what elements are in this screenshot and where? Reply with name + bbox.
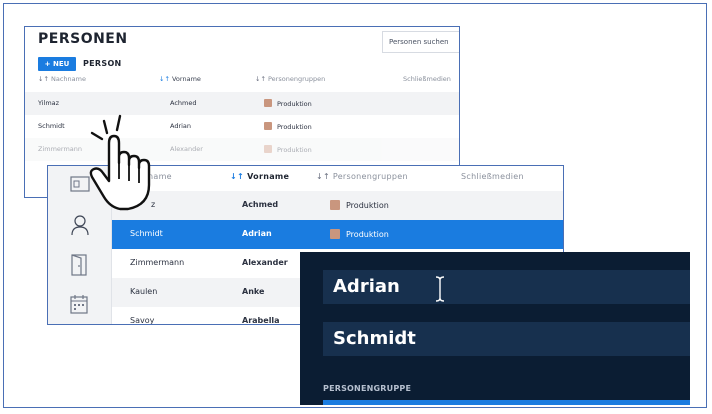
- cell-vorname: Anke: [242, 287, 265, 296]
- cell-nachname: Schmidt: [130, 229, 163, 238]
- table-row-selected[interactable]: Schmidt Adrian Produktion: [112, 220, 563, 249]
- group-select[interactable]: [323, 400, 690, 405]
- cell-nachname: Kaulen: [130, 287, 158, 296]
- cell-gruppe: Produktion: [330, 200, 389, 210]
- calendar-icon: [70, 295, 88, 314]
- column-header-personengruppen[interactable]: ↓↑ Personengruppen: [316, 172, 408, 181]
- cell-nachname: Savoy: [130, 316, 155, 325]
- cell-vorname: Arabella: [242, 316, 280, 325]
- group-color-swatch: [330, 229, 340, 239]
- cell-gruppe: Produktion: [264, 122, 312, 131]
- column-header-personengruppen[interactable]: ↓↑ Personengruppen: [255, 75, 325, 83]
- first-name-value: Adrian: [333, 276, 400, 297]
- section-label: PERSON: [83, 59, 122, 68]
- cell-nachname: Zimmermann: [130, 258, 185, 267]
- cell-vorname: Achmed: [242, 200, 279, 209]
- column-header-vorname[interactable]: ↓↑ Vorname: [159, 75, 201, 83]
- cell-nachname: Zimmermann: [38, 145, 83, 153]
- cell-vorname: Alexander: [170, 145, 203, 153]
- cell-gruppe: Produktion: [330, 229, 389, 239]
- person-detail-panel: Adrian Schmidt PERSONENGRUPPE: [300, 252, 690, 405]
- new-person-button[interactable]: + NEU: [38, 57, 76, 71]
- hand-pointer-icon: [89, 114, 151, 211]
- last-name-field[interactable]: Schmidt: [323, 322, 690, 356]
- table-row[interactable]: Yilmaz Achmed Produktion: [25, 92, 459, 115]
- group-color-swatch: [264, 122, 272, 130]
- person-search-input[interactable]: Personen suchen: [382, 31, 459, 53]
- table-row[interactable]: z Achmed Produktion: [112, 191, 563, 220]
- cell-vorname: Adrian: [242, 229, 272, 238]
- sidebar-item-calendar[interactable]: [48, 284, 111, 322]
- cell-nachname: Schmidt: [38, 122, 65, 130]
- cell-vorname: Achmed: [170, 99, 197, 107]
- column-header-nachname[interactable]: ↓↑ Nachname: [38, 75, 86, 83]
- cell-vorname: Alexander: [242, 258, 288, 267]
- group-color-swatch: [264, 99, 272, 107]
- cell-gruppe: Produktion: [264, 99, 312, 108]
- group-color-swatch: [330, 200, 340, 210]
- column-header-vorname[interactable]: ↓↑ Vorname: [230, 172, 289, 181]
- column-header-schliessmedien[interactable]: Schließmedien: [461, 172, 524, 181]
- last-name-value: Schmidt: [333, 328, 416, 349]
- first-name-field[interactable]: Adrian: [323, 270, 690, 304]
- group-section-label: PERSONENGRUPPE: [323, 384, 412, 393]
- text-cursor-icon: [435, 276, 445, 302]
- person-icon: [71, 215, 89, 236]
- door-icon: [71, 254, 87, 276]
- page-title: PERSONEN: [38, 31, 128, 47]
- sidebar-item-doors[interactable]: [48, 244, 111, 282]
- cell-vorname: Adrian: [170, 122, 192, 130]
- column-header-schliessmedien[interactable]: Schließmedien: [403, 75, 451, 83]
- cell-nachname: Yilmaz: [38, 99, 60, 107]
- group-color-swatch: [264, 145, 272, 153]
- cell-gruppe: Produktion: [264, 145, 312, 154]
